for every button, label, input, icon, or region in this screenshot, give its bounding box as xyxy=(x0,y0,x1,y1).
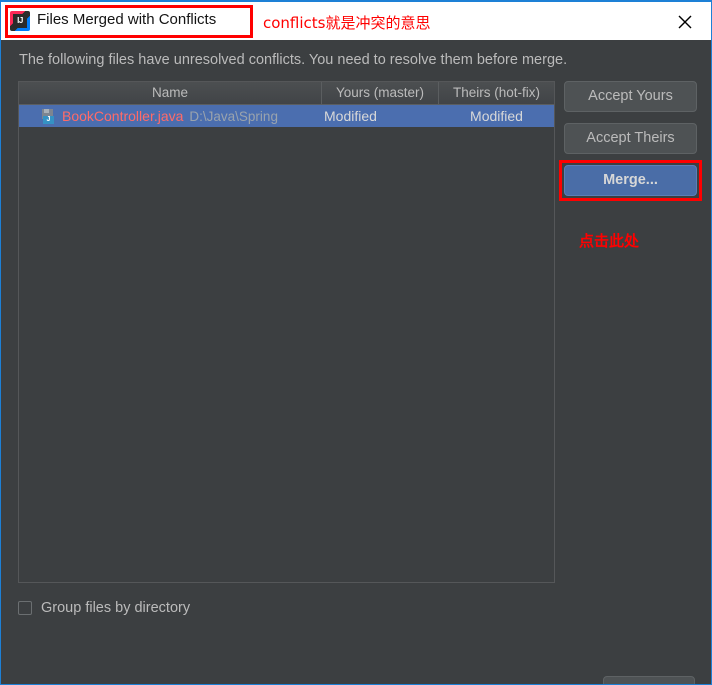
column-header-theirs[interactable]: Theirs (hot-fix) xyxy=(439,82,554,104)
annotation-click-here: 点击此处 xyxy=(579,232,640,250)
file-path-text: D:\Java\Spring xyxy=(189,108,278,124)
java-class-icon: J xyxy=(41,108,57,124)
accept-theirs-button[interactable]: Accept Theirs xyxy=(564,123,697,154)
cell-yours-status: Modified xyxy=(324,108,377,124)
dialog-body: The following files have unresolved conf… xyxy=(2,40,711,684)
close-icon[interactable] xyxy=(675,12,695,32)
window-title: Files Merged with Conflicts xyxy=(37,11,217,28)
intellij-idea-icon-letters: IJ xyxy=(13,14,27,28)
checkbox-label: Group files by directory xyxy=(41,600,191,616)
close-button[interactable]: Close xyxy=(603,676,695,684)
cell-file-name: J BookController.java D:\Java\Spring xyxy=(19,108,322,124)
window-titlebar: IJ Files Merged with Conflicts conflicts… xyxy=(1,0,711,40)
group-files-by-directory-checkbox[interactable]: Group files by directory xyxy=(18,600,190,616)
dialog-description: The following files have unresolved conf… xyxy=(19,52,568,68)
merge-button[interactable]: Merge... xyxy=(564,165,697,196)
table-header-row: Name Yours (master) Theirs (hot-fix) xyxy=(19,82,554,105)
column-header-yours[interactable]: Yours (master) xyxy=(322,82,439,104)
merge-conflicts-dialog: IJ Files Merged with Conflicts conflicts… xyxy=(0,0,712,685)
conflicts-table[interactable]: Name Yours (master) Theirs (hot-fix) J B… xyxy=(18,81,555,583)
checkbox-box[interactable] xyxy=(18,601,32,615)
table-row[interactable]: J BookController.java D:\Java\Spring Mod… xyxy=(19,105,554,127)
cell-theirs-status: Modified xyxy=(470,108,523,124)
accept-yours-button[interactable]: Accept Yours xyxy=(564,81,697,112)
file-name-text: BookController.java xyxy=(62,108,184,124)
column-header-name[interactable]: Name xyxy=(19,82,322,104)
intellij-idea-icon: IJ xyxy=(10,11,30,31)
annotation-top-note: conflicts就是冲突的意思 xyxy=(263,14,431,32)
